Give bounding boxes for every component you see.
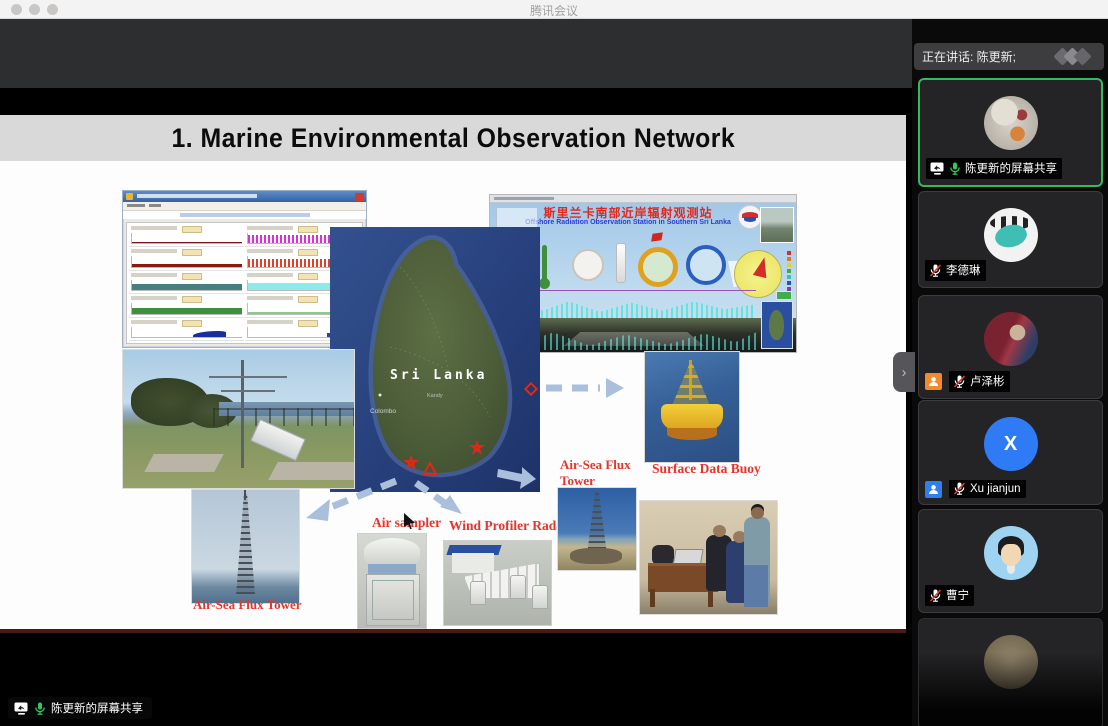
participants-sidebar: 正在讲话: 陈更新; — [912, 18, 1108, 726]
participant-name-label: 曹宁 — [925, 585, 974, 606]
clock-gauge — [686, 245, 726, 285]
participant-name-label: Xu jianjun — [949, 480, 1026, 498]
window-title: 腾讯会议 — [0, 2, 1108, 19]
compass-gauge — [572, 249, 604, 281]
active-speaker-text: 正在讲话: 陈更新; — [922, 48, 1016, 65]
monitor-window-titlebar — [123, 191, 366, 202]
dashboard-logo-icon — [738, 205, 762, 229]
label-air-sea-flux-tower-mid: Air-Sea Flux Tower — [560, 457, 644, 490]
mic-on-icon — [949, 162, 961, 175]
flux-tower-photo — [191, 489, 300, 604]
participant-tile-caoning[interactable]: 曹宁 — [918, 509, 1103, 613]
researchers-photo — [639, 500, 778, 615]
sri-lanka-minimap — [761, 301, 793, 349]
screen-share-icon — [14, 702, 29, 715]
participant-name-label: 李德琳 — [925, 260, 986, 281]
alert-icon — [651, 232, 663, 241]
share-pill-text: 陈更新的屏幕共享 — [51, 700, 143, 716]
wind-rose-legend — [787, 251, 791, 291]
slide-body: 斯里兰卡南部近岸辐射观测站 Offshore Radiation Observa… — [0, 161, 906, 633]
participant-tile-luzebin[interactable]: 卢泽彬 — [918, 295, 1103, 399]
avatar — [984, 526, 1038, 580]
dashboard-inset-photo — [760, 207, 794, 243]
monitor-app-icon — [126, 193, 133, 200]
slide-title: 1. Marine Environmental Observation Netw… — [171, 123, 735, 154]
label-surface-data-buoy: Surface Data Buoy — [652, 461, 761, 477]
sidebar-expand-tab[interactable]: › — [893, 352, 915, 392]
map-country-label: Sri Lanka — [390, 368, 487, 383]
label-wind-profiler-radar: Wind Profiler Radar — [449, 518, 569, 534]
map-city-kandy: Kandy — [427, 393, 443, 399]
member-badge-icon — [925, 481, 942, 498]
weather-station-photo — [122, 349, 355, 489]
screen-share-video[interactable]: 1. Marine Environmental Observation Netw… — [0, 18, 912, 726]
presentation-slide: 1. Marine Environmental Observation Netw… — [0, 88, 906, 633]
mic-muted-icon — [929, 264, 942, 277]
avatar: X — [984, 417, 1038, 471]
active-speaker-banner: 正在讲话: 陈更新; — [914, 43, 1104, 70]
air-sampler-photo — [357, 533, 427, 629]
tencent-meeting-logo-icon — [1054, 48, 1094, 65]
tencent-meeting-window: 腾讯会议 1. Marine Environmental Observation… — [0, 0, 1108, 726]
screen-share-icon — [930, 162, 945, 175]
avatar — [984, 312, 1038, 366]
share-top-band — [0, 18, 912, 88]
avatar — [984, 208, 1038, 262]
monitor-close-icon — [355, 193, 364, 201]
wind-profiler-radar-photo — [443, 540, 552, 626]
participant-name-label: 卢泽彬 — [949, 371, 1010, 392]
screen-share-status-pill: 陈更新的屏幕共享 — [8, 697, 152, 719]
mic-muted-icon — [953, 375, 966, 388]
participant-tile-lidelin[interactable]: 李德琳 — [918, 191, 1103, 288]
avatar — [984, 96, 1038, 150]
label-air-sea-flux-tower-bottom: Air-Sea Flux Tower — [193, 597, 302, 613]
monitor-chart-grid — [126, 222, 363, 344]
sri-lanka-map: Sri Lanka Colombo Kandy — [330, 227, 540, 492]
mic-muted-icon — [929, 589, 942, 602]
chevron-right-icon: › — [902, 364, 907, 381]
offshore-tower-photo — [557, 487, 637, 571]
member-badge-icon — [925, 373, 942, 390]
cylinder-gauge — [616, 243, 626, 283]
ring-gauge — [638, 247, 678, 287]
participant-tile-bottom-clipped[interactable] — [918, 618, 1103, 726]
participant-tile-chengengxin[interactable]: 陈更新的屏幕共享 — [918, 78, 1103, 187]
mic-muted-icon — [953, 482, 966, 495]
thermometer-gauge — [542, 245, 547, 281]
slide-title-banner: 1. Marine Environmental Observation Netw… — [0, 115, 906, 161]
participant-tile-xujianjun[interactable]: X Xu jianjun — [918, 400, 1103, 505]
macos-titlebar: 腾讯会议 — [0, 0, 1108, 19]
mic-on-icon — [34, 702, 46, 715]
surface-buoy-photo — [644, 351, 740, 463]
participant-name-label: 陈更新的屏幕共享 — [926, 158, 1062, 179]
avatar-letter: X — [1004, 433, 1017, 456]
map-city-colombo: Colombo — [370, 408, 396, 415]
